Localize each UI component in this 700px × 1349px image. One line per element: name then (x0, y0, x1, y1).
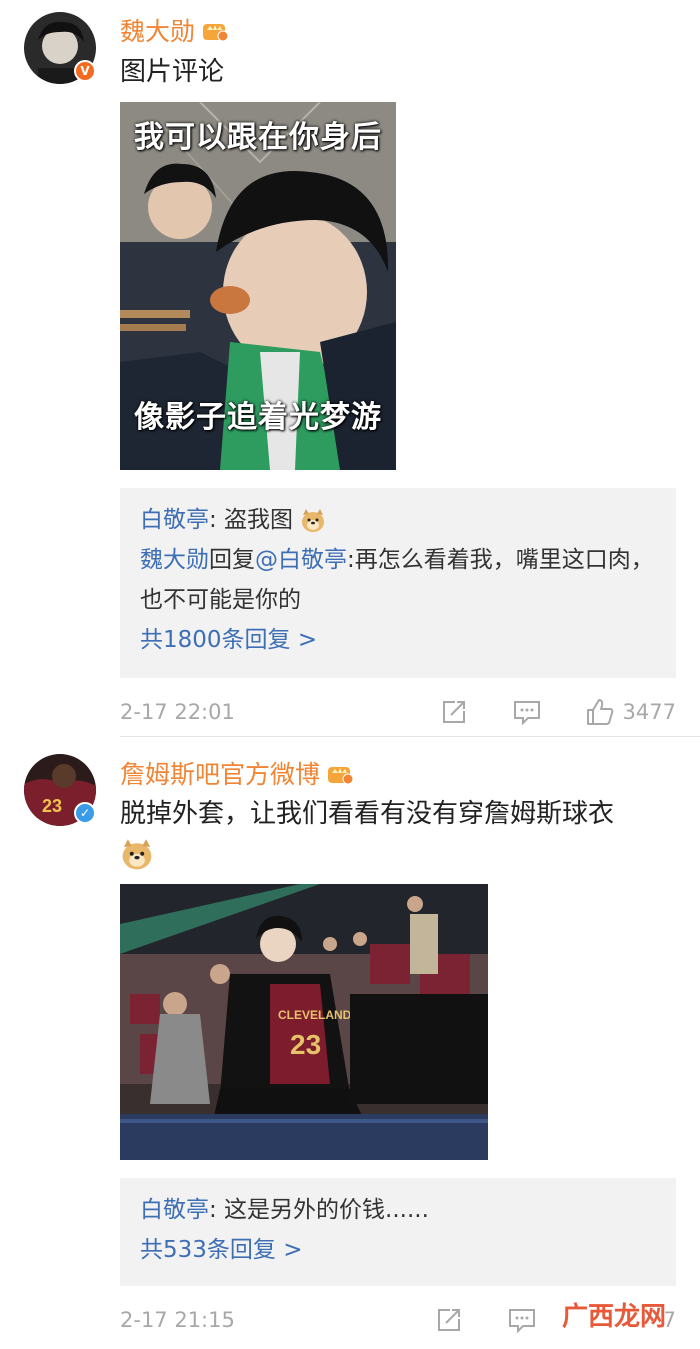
repost-icon (438, 1309, 460, 1331)
repost-button[interactable] (436, 1307, 462, 1333)
more-replies-link[interactable]: 共1800条回复 > (140, 620, 656, 660)
reply-separator: : (209, 1197, 217, 1223)
reply-author[interactable]: 白敬亭 (140, 1197, 209, 1223)
reply-preview: 白敬亭: 这是另外的价钱...... 共533条回复 > (120, 1178, 676, 1286)
image-caption-top: 我可以跟在你身后 (134, 120, 382, 155)
verified-icon: ✓ (74, 802, 96, 824)
post-text: 图片评论 (120, 57, 225, 87)
repost-icon (442, 701, 465, 723)
action-bar: 3477 (441, 697, 676, 727)
verified-icon: V (74, 60, 96, 82)
reply-item: 魏大勋回复@白敬亭:再怎么看着我，嘴里这口肉，也不可能是你的 (140, 540, 656, 620)
reply-separator: : (209, 507, 217, 533)
arena-photo: CLEVELAND 23 (120, 884, 488, 1160)
reply-item: 白敬亭: 盗我图 (140, 500, 656, 540)
reply-author[interactable]: 白敬亭 (140, 507, 209, 533)
reply-mention[interactable]: @白敬亭 (255, 547, 347, 573)
more-replies-link[interactable]: 共533条回复 > (140, 1230, 656, 1270)
jersey-number: 23 (290, 1029, 321, 1060)
post-image[interactable]: 我可以跟在你身后 像影子追着光梦游 (120, 102, 396, 470)
svg-text:23: 23 (42, 796, 62, 816)
like-count: 3477 (622, 700, 676, 724)
post-text: 脱掉外套，让我们看看有没有穿詹姆斯球衣 (120, 794, 680, 874)
doge-emoji (302, 508, 325, 532)
repost-button[interactable] (441, 699, 467, 725)
post-meta: 2-17 22:01 3477 (120, 692, 676, 732)
comment-icon (509, 1309, 535, 1333)
reply-separator: : (347, 547, 355, 573)
like-button[interactable]: 3477 (585, 697, 676, 727)
image-caption-bottom: 像影子追着光梦游 (134, 400, 382, 435)
reply-item: 白敬亭: 这是另外的价钱...... (140, 1190, 656, 1230)
post-divider (120, 736, 700, 737)
jersey-text: CLEVELAND (278, 1008, 352, 1022)
post-author[interactable]: 魏大勋 (120, 12, 229, 48)
reply-author[interactable]: 魏大勋 (140, 547, 209, 573)
post-image[interactable]: CLEVELAND 23 (120, 884, 488, 1160)
doge-emoji (122, 838, 152, 869)
post-author-name[interactable]: 魏大勋 (120, 12, 195, 48)
post-author-name[interactable]: 詹姆斯吧官方微博 (120, 755, 320, 791)
post-author[interactable]: 詹姆斯吧官方微博 (120, 755, 354, 791)
crown-icon (328, 767, 354, 785)
watermark: 广西龙网 (561, 1302, 666, 1332)
timestamp: 2-17 21:15 (120, 1308, 235, 1332)
comment-button[interactable] (508, 1307, 536, 1333)
post-text-content: 脱掉外套，让我们看看有没有穿詹姆斯球衣 (120, 799, 615, 829)
reply-content: 这是另外的价钱...... (216, 1197, 429, 1223)
timestamp: 2-17 22:01 (120, 700, 235, 724)
reply-preview: 白敬亭: 盗我图 魏大勋回复@白敬亭:再怎么看着我，嘴里这口肉，也不可能是你的 … (120, 488, 676, 678)
reply-verb: 回复 (209, 547, 255, 573)
like-icon (586, 699, 613, 725)
comment-button[interactable] (513, 699, 541, 725)
reply-content: 盗我图 (216, 507, 294, 533)
crown-icon (203, 24, 229, 42)
comment-icon (513, 701, 540, 725)
